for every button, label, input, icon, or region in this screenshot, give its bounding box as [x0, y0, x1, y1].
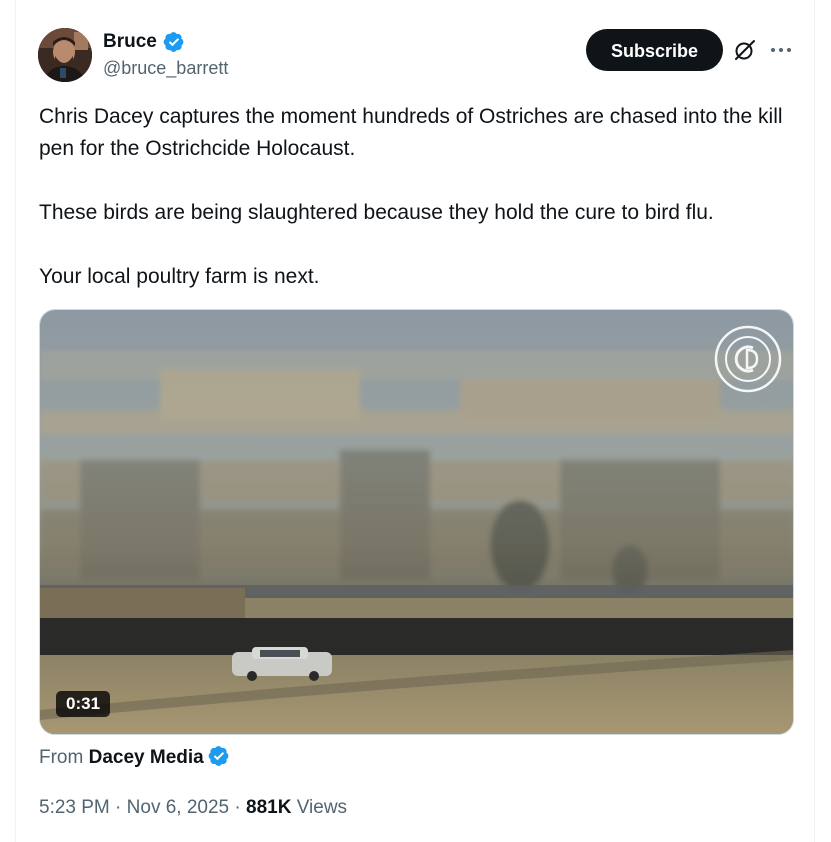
video-duration: 0:31 — [56, 691, 111, 717]
tweet-time[interactable]: 5:23 PM — [39, 797, 110, 818]
meta-separator: · — [115, 797, 122, 818]
avatar[interactable] — [38, 28, 92, 82]
author-handle[interactable]: @bruce_barrett — [103, 56, 228, 80]
dacey-media-watermark-icon — [714, 325, 782, 393]
tweet-date[interactable]: Nov 6, 2025 — [127, 797, 229, 818]
tweet-text: Chris Dacey captures the moment hundreds… — [39, 101, 804, 293]
views-count: 881K — [246, 797, 292, 818]
more-icon[interactable] — [768, 40, 794, 60]
views-label: Views — [296, 797, 348, 818]
vehicle — [232, 647, 332, 681]
grok-icon[interactable] — [733, 38, 757, 62]
video-thumbnail — [40, 310, 793, 734]
source-prefix: From — [39, 747, 84, 768]
tweet-meta: 5:23 PM · Nov 6, 2025 · 881K Views — [39, 795, 347, 821]
verified-badge-icon — [163, 32, 184, 52]
tweet-paragraph: These birds are being slaughtered becaus… — [39, 201, 714, 224]
subscribe-button[interactable]: Subscribe — [586, 29, 723, 71]
meta-separator: · — [234, 797, 241, 818]
tweet-paragraph: Chris Dacey captures the moment hundreds… — [39, 105, 783, 160]
video-source: From Dacey Media — [39, 745, 230, 771]
author-name[interactable]: Bruce — [103, 30, 157, 54]
source-name[interactable]: Dacey Media — [89, 747, 204, 768]
verified-badge-icon — [208, 746, 229, 766]
tweet-paragraph: Your local poultry farm is next. — [39, 265, 320, 288]
video-player[interactable]: 0:31 — [39, 309, 794, 735]
